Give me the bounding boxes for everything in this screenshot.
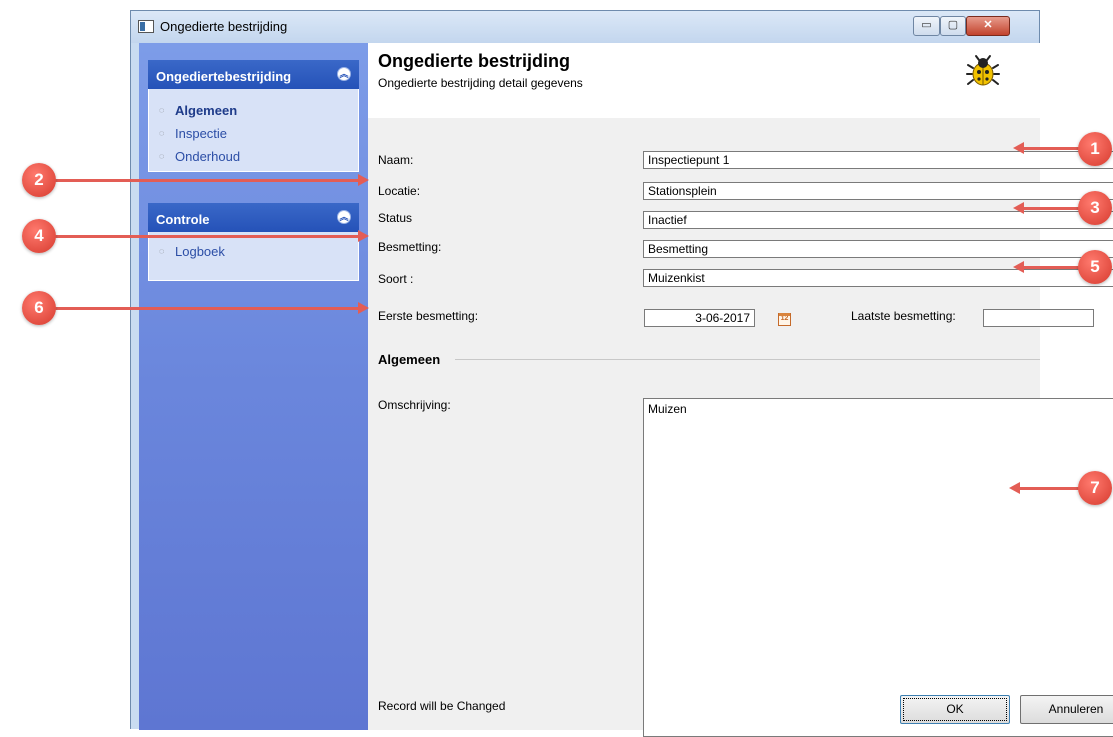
section-title-algemeen: Algemeen	[378, 352, 441, 367]
laatste-besmetting-input[interactable]	[983, 309, 1094, 327]
eerste-besmetting-input[interactable]: 3-06-2017	[644, 309, 755, 327]
close-button[interactable]: ✕	[966, 16, 1010, 36]
title-bar[interactable]: Ongedierte bestrijding ▭ ▢ ✕	[131, 11, 1039, 43]
callout-3: 3	[1078, 191, 1112, 225]
window-title: Ongedierte bestrijding	[160, 19, 288, 34]
main-panel: Ongedierte bestrijding Ongedierte bestri…	[368, 43, 1113, 737]
omschrijving-label: Omschrijving:	[378, 398, 451, 412]
group-header-ongediertebestrijding[interactable]: Ongediertebestrijding ︽	[148, 60, 359, 89]
group-body-ongediertebestrijding: ◌ Algemeen ◌ Inspectie ◌ Onderhoud	[148, 89, 359, 172]
group-header-label: Ongediertebestrijding	[156, 69, 292, 84]
status-text: Record will be Changed	[378, 699, 506, 713]
bullet-icon: ◌	[159, 105, 165, 115]
sidebar: Ongediertebestrijding ︽ ◌ Algemeen ◌ Ins…	[139, 43, 368, 730]
group-header-controle[interactable]: Controle ︽	[148, 203, 359, 232]
minimize-button[interactable]: ▭	[913, 16, 940, 36]
soort-value: Muizenkist	[648, 271, 705, 285]
group-body-controle: ◌ Logboek	[148, 232, 359, 281]
sidebar-item-logboek[interactable]: ◌ Logboek	[149, 240, 358, 263]
soort-select[interactable]: Muizenkist ▼	[643, 269, 1113, 287]
callout-arrowhead-6	[358, 302, 369, 314]
besmetting-select[interactable]: Besmetting ▼	[643, 240, 1113, 258]
naam-label: Naam:	[378, 153, 414, 167]
sidebar-item-onderhoud[interactable]: ◌ Onderhoud	[149, 145, 358, 168]
collapse-chevron-icon[interactable]: ︽	[337, 210, 351, 224]
callout-arrowhead-3	[1013, 202, 1024, 214]
dialog-window: Ongedierte bestrijding ▭ ▢ ✕ Ongedierteb…	[130, 10, 1113, 737]
callout-arrow-6	[40, 307, 360, 310]
callout-5: 5	[1078, 250, 1112, 284]
callout-6: 6	[22, 291, 56, 325]
collapse-chevron-icon[interactable]: ︽	[337, 67, 351, 81]
bullet-icon: ◌	[159, 246, 165, 256]
callout-arrowhead-5	[1013, 261, 1024, 273]
locatie-label: Locatie:	[378, 184, 421, 198]
laatste-besmetting-label: Laatste besmetting:	[851, 309, 956, 323]
bullet-icon: ◌	[159, 151, 165, 161]
sidebar-item-label: Inspectie	[175, 126, 228, 141]
callout-arrow-2	[40, 179, 360, 182]
status-select[interactable]: Inactief ▼	[643, 211, 1113, 229]
sidebar-item-label: Algemeen	[175, 103, 238, 118]
cancel-button[interactable]: Annuleren	[1020, 695, 1113, 724]
page-title: Ongedierte bestrijding	[378, 51, 571, 71]
bug-icon	[966, 55, 1000, 86]
callout-2: 2	[22, 163, 56, 197]
app-window-icon	[138, 20, 154, 33]
group-header-label: Controle	[156, 212, 210, 227]
panel-header: Ongedierte bestrijding Ongedierte bestri…	[368, 43, 1040, 118]
callout-arrowhead-2	[358, 174, 369, 186]
sidebar-item-label: Logboek	[175, 244, 225, 259]
callout-4: 4	[22, 219, 56, 253]
page-subtitle: Ongedierte bestrijding detail gegevens	[378, 76, 583, 90]
locatie-select[interactable]: Stationsplein ▼	[643, 182, 1113, 200]
callout-1: 1	[1078, 132, 1112, 166]
soort-label: Soort :	[378, 272, 414, 286]
status-label: Status	[378, 211, 413, 225]
section-divider	[455, 359, 1040, 360]
maximize-button[interactable]: ▢	[940, 16, 966, 36]
sidebar-item-inspectie[interactable]: ◌ Inspectie	[149, 122, 358, 145]
besmetting-value: Besmetting	[648, 242, 709, 256]
calendar-icon[interactable]: 12	[778, 313, 791, 326]
sidebar-item-label: Onderhoud	[175, 149, 241, 164]
sidebar-item-algemeen[interactable]: ◌ Algemeen	[149, 99, 358, 122]
omschrijving-textarea[interactable]: Muizen	[643, 398, 1113, 737]
eerste-besmetting-label: Eerste besmetting:	[378, 309, 479, 323]
naam-input[interactable]: Inspectiepunt 1	[643, 151, 1113, 169]
bullet-icon: ◌	[159, 128, 165, 138]
callout-arrowhead-1	[1013, 142, 1024, 154]
besmetting-label: Besmetting:	[378, 240, 442, 254]
callout-arrowhead-4	[358, 230, 369, 242]
status-value: Inactief	[648, 213, 687, 227]
callout-arrowhead-7	[1009, 482, 1020, 494]
callout-arrow-4	[40, 235, 360, 238]
ok-button[interactable]: OK	[900, 695, 1010, 724]
callout-7: 7	[1078, 471, 1112, 505]
locatie-value: Stationsplein	[648, 184, 717, 198]
